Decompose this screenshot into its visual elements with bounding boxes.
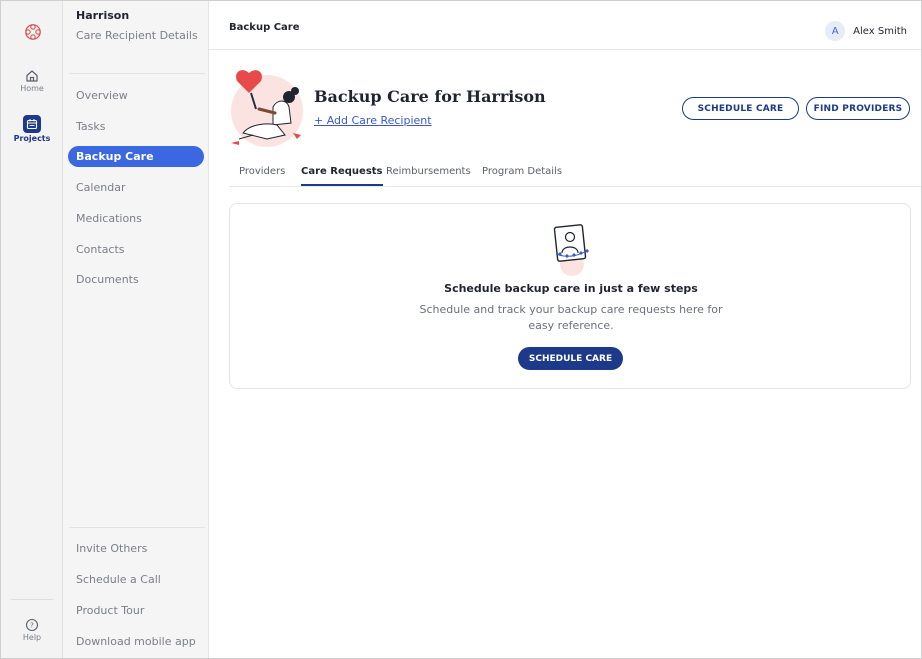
home-icon — [26, 70, 38, 82]
care-logo-icon[interactable] — [24, 23, 42, 41]
sidebar-item-documents[interactable]: Documents — [76, 273, 139, 286]
sidebar-item-medications[interactable]: Medications — [76, 212, 142, 225]
rail-home[interactable]: Home — [1, 69, 63, 93]
left-rail: Home Projects ? Help — [1, 1, 63, 658]
sidebar: Harrison Care Recipient Details Overview… — [63, 1, 209, 658]
empty-state-card: Schedule backup care in just a few steps… — [229, 203, 911, 389]
product-tour-link[interactable]: Product Tour — [76, 604, 144, 617]
tab-providers[interactable]: Providers — [239, 166, 285, 177]
app-window: Home Projects ? Help Harrison Care Recip… — [0, 0, 922, 659]
empty-state-description: Schedule and track your backup care requ… — [419, 303, 723, 332]
invite-others-link[interactable]: Invite Others — [76, 542, 147, 555]
sidebar-divider — [69, 73, 205, 74]
rail-home-label: Home — [20, 84, 44, 93]
user-name: Alex Smith — [853, 25, 907, 37]
rail-help[interactable]: ? Help — [1, 618, 63, 642]
tab-bar: Providers Care Requests Reimbursements P… — [229, 159, 921, 187]
sidebar-item-contacts[interactable]: Contacts — [76, 243, 125, 256]
empty-state-schedule-care-button[interactable]: SCHEDULE CARE — [518, 347, 623, 370]
help-circle-icon: ? — [25, 618, 39, 632]
care-recipient-details-link[interactable]: Care Recipient Details — [76, 29, 198, 42]
schedule-care-button[interactable]: SCHEDULE CARE — [682, 97, 799, 120]
add-care-recipient-link[interactable]: + Add Care Recipient — [314, 114, 432, 127]
tab-reimbursements[interactable]: Reimbursements — [386, 166, 471, 177]
sidebar-item-tasks[interactable]: Tasks — [76, 120, 105, 133]
sidebar-title: Harrison — [76, 9, 130, 22]
rail-projects[interactable]: Projects — [1, 115, 63, 143]
top-header: Backup Care A Alex Smith — [209, 1, 921, 50]
find-providers-button[interactable]: FIND PROVIDERS — [806, 97, 910, 120]
svg-text:?: ? — [30, 622, 34, 630]
hero-title: Backup Care for Harrison — [314, 87, 546, 106]
sidebar-item-calendar[interactable]: Calendar — [76, 181, 125, 194]
page-title: Backup Care — [229, 22, 300, 33]
sidebar-item-backup-care[interactable]: Backup Care — [68, 146, 204, 167]
tab-program-details[interactable]: Program Details — [482, 166, 562, 177]
user-menu[interactable]: A Alex Smith — [825, 21, 907, 41]
tab-care-requests[interactable]: Care Requests — [301, 166, 383, 186]
empty-state-title: Schedule backup care in just a few steps — [444, 282, 698, 295]
calendar-icon — [23, 115, 41, 133]
sidebar-item-overview[interactable]: Overview — [76, 89, 128, 102]
schedule-call-link[interactable]: Schedule a Call — [76, 573, 161, 586]
rail-projects-label: Projects — [13, 134, 51, 143]
rail-help-label: Help — [22, 633, 42, 642]
sidebar-footer-divider — [69, 527, 205, 528]
caregiver-illustration — [231, 70, 303, 147]
profile-hearts-icon — [553, 224, 589, 276]
rail-divider — [11, 599, 53, 600]
download-app-link[interactable]: Download mobile app — [76, 635, 196, 648]
avatar: A — [825, 21, 846, 41]
